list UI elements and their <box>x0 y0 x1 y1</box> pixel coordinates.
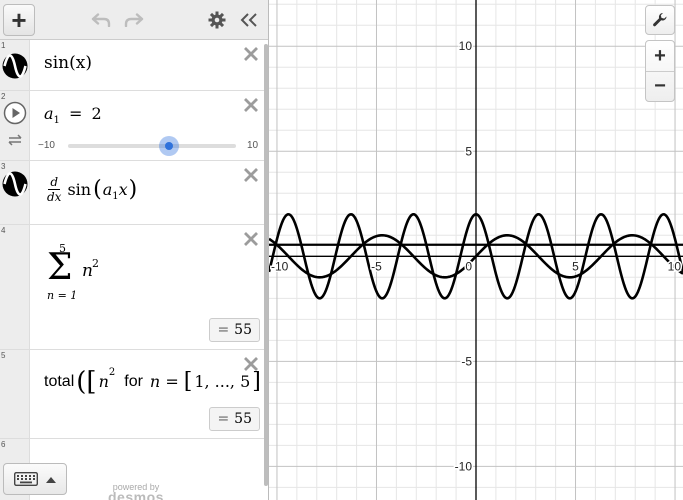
expression-row[interactable]: 2 a1 = 2 −10 10 <box>0 91 266 161</box>
slider-value: 2 <box>91 104 102 123</box>
delete-expression-icon[interactable] <box>242 96 260 114</box>
expression-index: 4 <box>1 226 6 235</box>
expression-gutter: 5 <box>0 350 30 438</box>
list-exponent: 2 <box>108 367 116 378</box>
y-tick-label: -5 <box>461 354 472 368</box>
zoom-controls: + − <box>645 40 675 102</box>
variable-x: x <box>118 180 128 199</box>
equals-sign: = <box>69 104 83 123</box>
powered-by-desmos: powered by desmos <box>108 482 164 500</box>
derivative-fraction: d dx <box>47 175 61 204</box>
panel-scrollbar[interactable] <box>264 44 268 486</box>
derivative-numerator: d <box>48 175 61 190</box>
y-tick-label: -10 <box>455 459 473 473</box>
collapse-panel-icon[interactable] <box>236 8 262 32</box>
zoom-in-button[interactable]: + <box>646 41 674 71</box>
keyboard-toggle-button[interactable] <box>3 463 67 495</box>
list-variable: n = <box>149 372 179 391</box>
sigma-symbol: Σ <box>47 247 73 288</box>
delete-expression-icon[interactable] <box>242 355 260 373</box>
expression-row[interactable]: 5 total ( [ n2 for n = [ 1, ..., 5 ] = 55 <box>0 350 266 439</box>
redo-icon[interactable] <box>121 8 147 32</box>
expression-text: sin(x) <box>44 53 92 73</box>
slider-max-label[interactable]: 10 <box>247 140 258 151</box>
expression-gutter: 1 <box>0 40 30 90</box>
expression-gutter: 4 <box>0 225 30 349</box>
expression-math[interactable]: d dx sin ( a1 x ) <box>47 175 137 204</box>
expression-gutter: 3 <box>0 161 30 224</box>
expression-index: 1 <box>1 41 6 50</box>
desmos-logo: desmos <box>108 489 164 500</box>
x-tick-label: 5 <box>572 259 579 273</box>
expression-panel: + 1 sin(x) 2 a1 = 2 −10 10 3 d dx sin (… <box>0 0 269 500</box>
slider-track[interactable] <box>68 144 236 148</box>
y-tick-label: 10 <box>459 39 473 53</box>
sum-lower-bound: n = 1 <box>47 289 78 302</box>
y-tick-label: 5 <box>465 144 472 158</box>
desmos-calculator: + 1 sin(x) 2 a1 = 2 −10 10 3 d dx sin (… <box>0 0 683 500</box>
slider-thumb[interactable] <box>158 136 179 156</box>
function-name: sin <box>67 180 92 199</box>
caret-up-icon <box>46 476 56 483</box>
delete-expression-icon[interactable] <box>242 45 260 63</box>
delete-expression-icon[interactable] <box>242 166 260 184</box>
wrench-icon <box>653 12 667 27</box>
play-icon[interactable] <box>3 101 27 125</box>
expression-row[interactable]: 4 5 Σ n = 1 n 2 = 55 <box>0 225 266 350</box>
variable-name: a <box>102 180 113 199</box>
expression-math[interactable]: 5 Σ n = 1 n 2 <box>47 242 137 307</box>
list-term: n <box>98 372 109 391</box>
expression-gutter: 2 <box>0 91 30 160</box>
keyboard-icon <box>14 472 38 486</box>
x-tick-label: 10 <box>668 259 682 273</box>
expression-math[interactable]: total ( [ n2 for n = [ 1, ..., 5 ] <box>44 367 261 395</box>
x-tick-label: 0 <box>465 259 472 273</box>
derivative-denominator: dx <box>47 190 62 204</box>
x-tick-label: -5 <box>371 259 382 273</box>
graph-canvas[interactable]: -10 -5 0 5 10 10 5 -5 -10 <box>269 0 683 500</box>
function-name: total <box>44 372 75 390</box>
add-expression-button[interactable]: + <box>3 4 35 36</box>
expression-index: 3 <box>1 162 6 171</box>
graph-settings-button[interactable] <box>645 5 675 35</box>
toolbar: + <box>0 0 268 40</box>
zoom-out-button[interactable]: − <box>646 71 674 101</box>
evaluation-result: = 55 <box>209 407 260 431</box>
expression-math[interactable]: sin(x) <box>44 53 92 73</box>
evaluation-result: = 55 <box>209 318 260 342</box>
for-keyword: for <box>124 372 143 390</box>
expression-row[interactable]: 3 d dx sin ( a1 x ) <box>0 161 266 225</box>
x-tick-label: -10 <box>271 259 289 273</box>
undo-icon[interactable] <box>88 8 114 32</box>
graph-paper[interactable]: -10 -5 0 5 10 10 5 -5 -10 + − <box>269 0 683 500</box>
settings-gear-icon[interactable] <box>204 8 230 32</box>
graph-style-icon[interactable] <box>2 171 28 197</box>
expression-math[interactable]: a1 = 2 <box>44 104 102 126</box>
slider-min-label[interactable]: −10 <box>38 140 55 151</box>
panel-footer: powered by desmos <box>0 440 268 500</box>
sum-exponent: 2 <box>92 257 99 270</box>
delete-expression-icon[interactable] <box>242 230 260 248</box>
expression-index: 5 <box>1 351 6 360</box>
list-range: 1, ..., 5 <box>194 372 251 391</box>
expression-row[interactable]: 1 sin(x) <box>0 40 266 91</box>
expression-index: 2 <box>1 92 6 101</box>
loop-icon[interactable] <box>6 133 24 147</box>
result-value: 55 <box>234 322 252 338</box>
variable-name: a <box>44 104 54 123</box>
graph-style-icon[interactable] <box>2 53 28 79</box>
variable-subscript: 1 <box>53 115 60 127</box>
result-value: 55 <box>234 411 252 427</box>
